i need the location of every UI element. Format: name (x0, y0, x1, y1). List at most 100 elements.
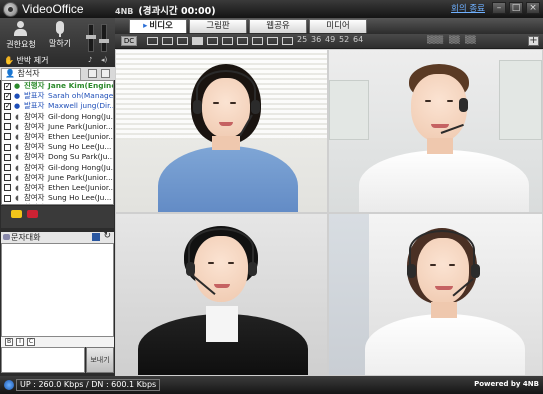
tab-web-share[interactable]: 웹공유 (249, 19, 307, 33)
tab-participants[interactable]: 👤 참석자 (1, 68, 81, 80)
participant-name: June Park(Junior... (48, 121, 113, 131)
view-option-icon[interactable]: ▒▒▒ (427, 36, 443, 44)
user-icon: ● (13, 92, 21, 101)
participant-checkbox[interactable] (4, 174, 11, 182)
layout-10-button[interactable] (282, 37, 293, 45)
layout-52-button[interactable]: 52 (339, 35, 349, 44)
video-tile-1[interactable] (116, 50, 327, 212)
italic-button[interactable]: I (16, 338, 24, 346)
layout-9-button[interactable] (267, 37, 278, 45)
participant-role: 발표자 (24, 101, 45, 111)
layout-8-button[interactable] (252, 37, 263, 45)
raise-hand-button[interactable]: ✋ 반박 제거 (4, 55, 49, 66)
hand-icon: ✋ (4, 56, 14, 65)
authority-request-button[interactable]: 권한요청 (3, 21, 39, 53)
participant-row[interactable]: ●진행자Jane Kim(Engineer) (2, 81, 113, 91)
layout-64-button[interactable]: 64 (353, 35, 363, 44)
participant-row[interactable]: ◖ 참여자 Ethen Lee(Junior... (2, 132, 113, 142)
participant-list: ●진행자Jane Kim(Engineer)●발표자Sarah oh(Manag… (1, 80, 114, 205)
speaker-icon: ◖ (15, 132, 19, 141)
tab-participants-label: 참석자 (17, 69, 40, 78)
participant-checkbox[interactable] (4, 184, 11, 192)
participant-checkbox[interactable] (4, 194, 11, 202)
participant-checkbox[interactable] (4, 123, 11, 131)
control-bar: 권한요청 말하기 ♪ ◂) ✋ 반박 제거 (0, 18, 115, 66)
participant-checkbox[interactable] (4, 81, 11, 91)
person-icon (12, 21, 30, 37)
participant-name: Maxwell jung(Dir... (48, 101, 113, 111)
participant-row[interactable]: ◖참여자Dong Su Park(Ju... (2, 152, 113, 162)
tab-video[interactable]: 비디오 (129, 19, 187, 33)
participant-name: Sung Ho Lee(Ju... (48, 193, 112, 203)
video-tile-2[interactable] (329, 50, 542, 212)
color-button[interactable]: C (27, 338, 35, 346)
setting-option-icon[interactable]: ▒▒ (465, 36, 476, 44)
participant-row[interactable]: ◖ 참여자 Ethen Lee(Junior... (2, 183, 113, 193)
video-tile-4[interactable] (329, 214, 542, 375)
layout-49-button[interactable]: 49 (325, 35, 335, 44)
meeting-end-link[interactable]: 회의 종료 (451, 2, 485, 14)
participant-checkbox[interactable] (4, 143, 11, 151)
chat-icon-strip (1, 206, 114, 228)
speaker-volume-slider[interactable] (99, 24, 109, 52)
participant-row[interactable]: ◖ 참여자 Sung Ho Lee(Ju... (2, 142, 113, 152)
layout-1-button[interactable] (147, 37, 158, 45)
participant-name: Sung Ho Lee(Ju... (48, 142, 112, 152)
speak-button[interactable]: 말하기 (42, 21, 78, 53)
participant-role: 참여자 (24, 152, 45, 162)
refresh-icon[interactable]: ↻ (103, 231, 111, 242)
layout-3-button[interactable] (177, 37, 188, 45)
layout-6-button[interactable] (222, 37, 233, 45)
message-icon[interactable] (11, 210, 22, 218)
layout-25-button[interactable]: 25 (297, 35, 307, 44)
layout-2-button[interactable] (162, 37, 173, 45)
participant-checkbox[interactable] (4, 113, 11, 121)
speaker-icon: ◖ (15, 163, 19, 172)
tab-media[interactable]: 미디어 (309, 19, 367, 33)
authority-label: 권한요청 (6, 40, 36, 49)
participant-row[interactable]: ◖ 참여자 Sung Ho Lee(Ju... (2, 193, 113, 203)
video-tile-3[interactable] (116, 214, 327, 375)
chat-input[interactable] (1, 347, 85, 373)
speaker-icon: ◖ (15, 153, 19, 162)
participant-row[interactable]: ●발표자Maxwell jung(Dir... (2, 101, 113, 111)
session-code: 4NB (115, 7, 134, 16)
layout-7-button[interactable] (237, 37, 248, 45)
powered-by: Powered by 4NB (474, 380, 539, 388)
participant-checkbox[interactable] (4, 153, 11, 161)
chat-header: 문자대화 ↻ (1, 231, 114, 243)
folder-icon[interactable] (101, 69, 110, 78)
participant-role: 참여자 (24, 203, 44, 204)
layout-4-button[interactable] (192, 37, 203, 45)
participant-row[interactable]: ◖ 참여자 Gil-dong Hong(Ju... (2, 163, 113, 173)
speaker-icon: ◖ (15, 194, 19, 203)
tab-whiteboard[interactable]: 그림판 (189, 19, 247, 33)
participant-row[interactable]: ◖ 참여자 Gil-dong Hong(Ju... (2, 112, 113, 122)
document-icon[interactable] (88, 69, 97, 78)
participant-row[interactable]: ◖ 참여자 June Park(Junior... (2, 122, 113, 132)
layout-36-button[interactable]: 36 (311, 35, 321, 44)
participant-checkbox[interactable] (4, 101, 11, 111)
participant-row[interactable]: ◖ 참여자 June Park(Junior... (2, 173, 113, 183)
participant-row[interactable]: ◖참여자Dong Su Park(Ju... (2, 203, 113, 204)
bold-button[interactable]: B (5, 338, 13, 346)
maximize-button[interactable]: □ (509, 2, 523, 14)
chat-bubble-icon (3, 234, 10, 240)
layout-5-button[interactable] (207, 37, 218, 45)
send-button[interactable]: 보내기 (86, 347, 114, 373)
add-icon[interactable]: + (528, 36, 539, 46)
participant-checkbox[interactable] (4, 164, 11, 171)
participant-checkbox[interactable] (4, 91, 11, 101)
minimize-button[interactable]: – (492, 2, 506, 14)
mic-volume-slider[interactable] (86, 24, 96, 52)
dc-button[interactable]: DC (121, 36, 137, 46)
save-icon[interactable] (92, 233, 100, 241)
participant-role: 참여자 (24, 193, 45, 203)
participant-role: 참여자 (24, 131, 45, 141)
participant-checkbox[interactable] (4, 133, 11, 141)
close-button[interactable]: × (526, 2, 540, 14)
participant-row[interactable]: ●발표자Sarah oh(Manager) (2, 91, 113, 101)
record-icon[interactable] (27, 210, 38, 218)
bandwidth-status: UP : 260.0 Kbps / DN : 600.1 Kbps (16, 379, 161, 391)
display-option-icon[interactable]: ▒▒ (449, 36, 460, 44)
